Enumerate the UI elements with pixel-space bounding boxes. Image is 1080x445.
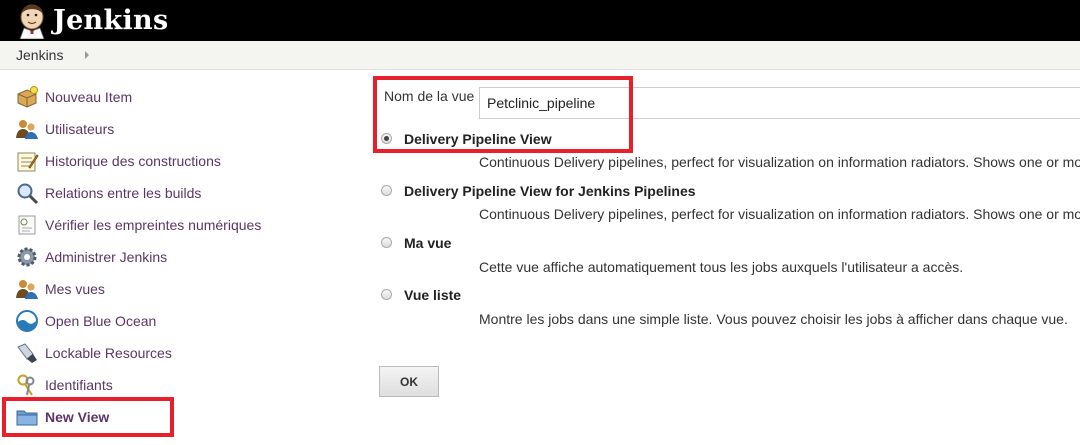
brand-title: Jenkins (53, 5, 169, 36)
sidebar-item-identifiants[interactable]: Identifiants (15, 373, 113, 397)
breadcrumb: Jenkins (0, 41, 1080, 70)
breadcrumb-jenkins[interactable]: Jenkins (16, 47, 63, 63)
blue-ocean-icon (16, 310, 38, 332)
radio-vue-liste[interactable] (381, 289, 392, 300)
fingerprint-card-icon (18, 215, 36, 235)
sidebar-item-nouveau-item[interactable]: Nouveau Item (15, 85, 132, 109)
jenkins-butler-icon (19, 4, 45, 39)
highlight-box-view-name (373, 76, 633, 153)
option-description: Continuous Delivery pipelines, perfect f… (479, 206, 1080, 222)
option-description: Montre les jobs dans une simple liste. V… (479, 311, 1068, 327)
usb-plug-icon (17, 343, 37, 363)
sidebar-item-relations[interactable]: Relations entre les builds (15, 181, 201, 205)
sidebar-item-label[interactable]: Utilisateurs (45, 121, 114, 137)
sidebar-item-blue-ocean[interactable]: Open Blue Ocean (15, 309, 156, 333)
sidebar-item-lockable[interactable]: Lockable Resources (15, 341, 172, 365)
sidebar-item-utilisateurs[interactable]: Utilisateurs (15, 117, 114, 141)
sidebar-item-historique[interactable]: Historique des constructions (15, 149, 221, 173)
sidebar-item-empreintes[interactable]: Vérifier les empreintes numériques (15, 213, 261, 237)
option-title[interactable]: Vue liste (404, 287, 461, 303)
sidebar-item-label[interactable]: Relations entre les builds (45, 185, 201, 201)
radio-delivery-pipeline-view-jenkins-pipelines[interactable] (381, 185, 392, 196)
sidebar-item-label[interactable]: Historique des constructions (45, 153, 221, 169)
sidebar-item-label[interactable]: Open Blue Ocean (45, 313, 156, 329)
ok-button[interactable]: OK (379, 366, 439, 397)
sidebar-item-label[interactable]: Lockable Resources (45, 345, 172, 361)
magnifier-icon (17, 183, 39, 205)
breadcrumb-chevron-icon[interactable] (85, 51, 89, 59)
highlight-box-new-view (2, 397, 174, 437)
keys-icon (17, 374, 35, 396)
new-item-package-icon (17, 86, 38, 108)
sidebar-item-label[interactable]: Vérifier les empreintes numériques (45, 217, 261, 233)
notepad-history-icon (17, 152, 39, 172)
top-header: Jenkins (0, 0, 1080, 41)
gear-icon (17, 247, 37, 267)
jenkins-logo[interactable]: Jenkins (15, 2, 168, 39)
sidebar-item-label[interactable]: Mes vues (45, 281, 105, 297)
users-icon (16, 280, 38, 299)
sidebar-item-administrer[interactable]: Administrer Jenkins (15, 245, 167, 269)
option-description: Cette vue affiche automatiquement tous l… (479, 259, 964, 275)
radio-ma-vue[interactable] (381, 237, 392, 248)
option-title[interactable]: Delivery Pipeline View for Jenkins Pipel… (404, 183, 696, 199)
sidebar-item-label[interactable]: Nouveau Item (45, 89, 132, 105)
sidebar-item-label[interactable]: Administrer Jenkins (45, 249, 167, 265)
sidebar-item-label[interactable]: Identifiants (45, 377, 113, 393)
users-icon (16, 120, 38, 139)
sidebar-item-mes-vues[interactable]: Mes vues (15, 277, 105, 301)
option-description: Continuous Delivery pipelines, perfect f… (479, 154, 1080, 170)
option-title[interactable]: Ma vue (404, 235, 451, 251)
